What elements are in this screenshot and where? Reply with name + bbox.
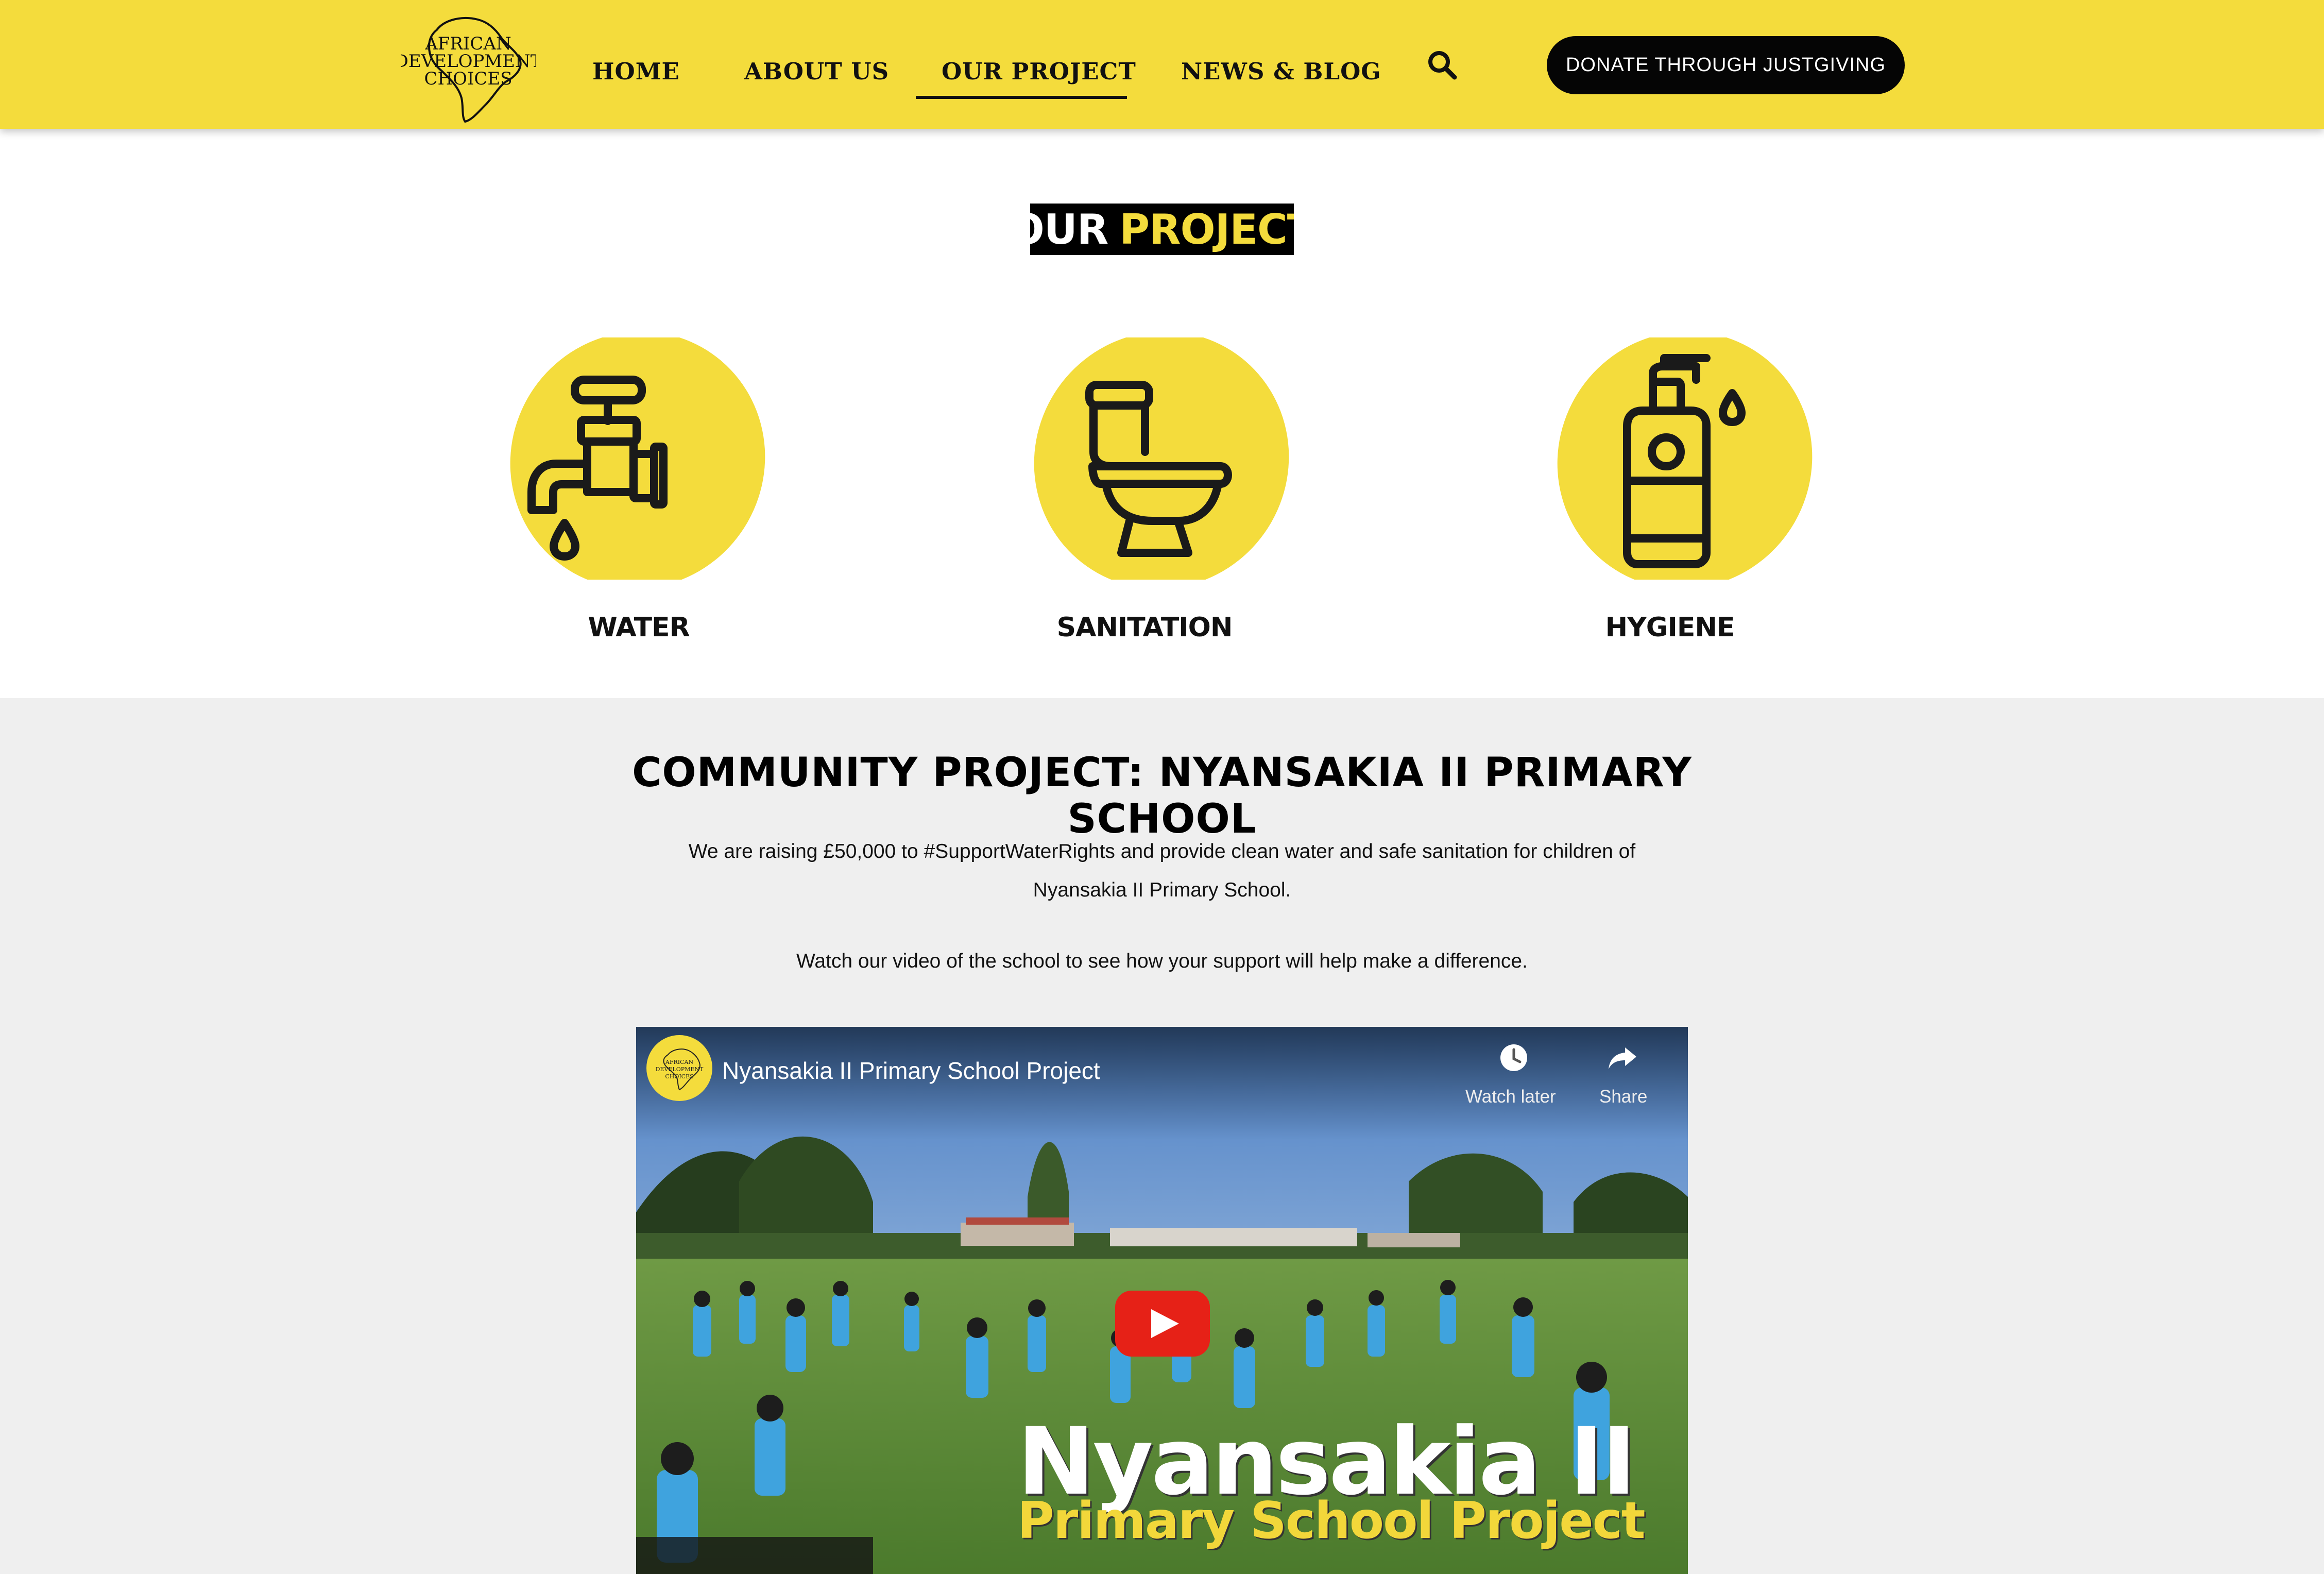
community-paragraph-1-line2: Nyansakia II Primary School. [1033,879,1291,901]
video-title[interactable]: Nyansakia II Primary School Project [722,1057,1100,1085]
pillar-water [505,337,773,580]
video-bottom-bar[interactable] [636,1537,873,1574]
nav-home[interactable]: HOME [592,58,680,94]
pillar-hygiene [1552,337,1820,580]
clock-icon[interactable] [1499,1043,1528,1072]
search-icon[interactable] [1427,49,1458,80]
avatar-text-3: CHOICES [665,1073,693,1080]
play-button-icon[interactable] [1115,1291,1210,1357]
pillar-label-sanitation: SANITATION [1056,612,1233,643]
nav-active-underline [916,96,1127,99]
pillar-label-hygiene: HYGIENE [1605,612,1735,643]
site-logo[interactable]: AFRICAN DEVELOPMENT CHOICES [401,9,536,124]
share-icon[interactable] [1608,1045,1637,1071]
community-heading: COMMUNITY PROJECT: NYANSAKIA II PRIMARY … [632,750,1692,842]
share-label[interactable]: Share [1599,1087,1647,1107]
nav-about-us[interactable]: ABOUT US [744,58,889,94]
community-paragraph-1-line1: We are raising £50,000 to #SupportWaterR… [688,840,1636,862]
video-embed[interactable]: AFRICAN DEVELOPMENT CHOICES Nyansakia II… [636,1027,1688,1574]
avatar-text-1: AFRICAN [665,1059,694,1065]
toilet-icon [1034,337,1289,580]
community-paragraph-2: Watch our video of the school to see how… [796,950,1528,972]
page-title-part1: OUR [1030,205,1108,253]
donate-button[interactable]: DONATE THROUGH JUSTGIVING [1547,36,1905,94]
water-tap-icon [510,337,765,580]
pillar-sanitation [1029,337,1296,580]
soap-dispenser-icon [1557,337,1813,580]
avatar-text-2: DEVELOPMENT [656,1066,704,1073]
nav-our-project[interactable]: OUR PROJECT [942,58,1136,94]
channel-avatar[interactable]: AFRICAN DEVELOPMENT CHOICES [645,1034,713,1102]
logo-text-line3: CHOICES [424,69,512,89]
page-title: OURPROJECT [1030,204,1294,255]
nav-news-blog[interactable]: NEWS & BLOG [1181,58,1381,94]
watch-later-label[interactable]: Watch later [1465,1087,1556,1107]
site-header: AFRICAN DEVELOPMENT CHOICES HOME ABOUT U… [0,0,2324,129]
page-title-part2: PROJECT [1119,205,1294,253]
pillar-label-water: WATER [588,612,690,643]
video-overlay-subtitle: Primary School Project [1017,1492,1646,1550]
